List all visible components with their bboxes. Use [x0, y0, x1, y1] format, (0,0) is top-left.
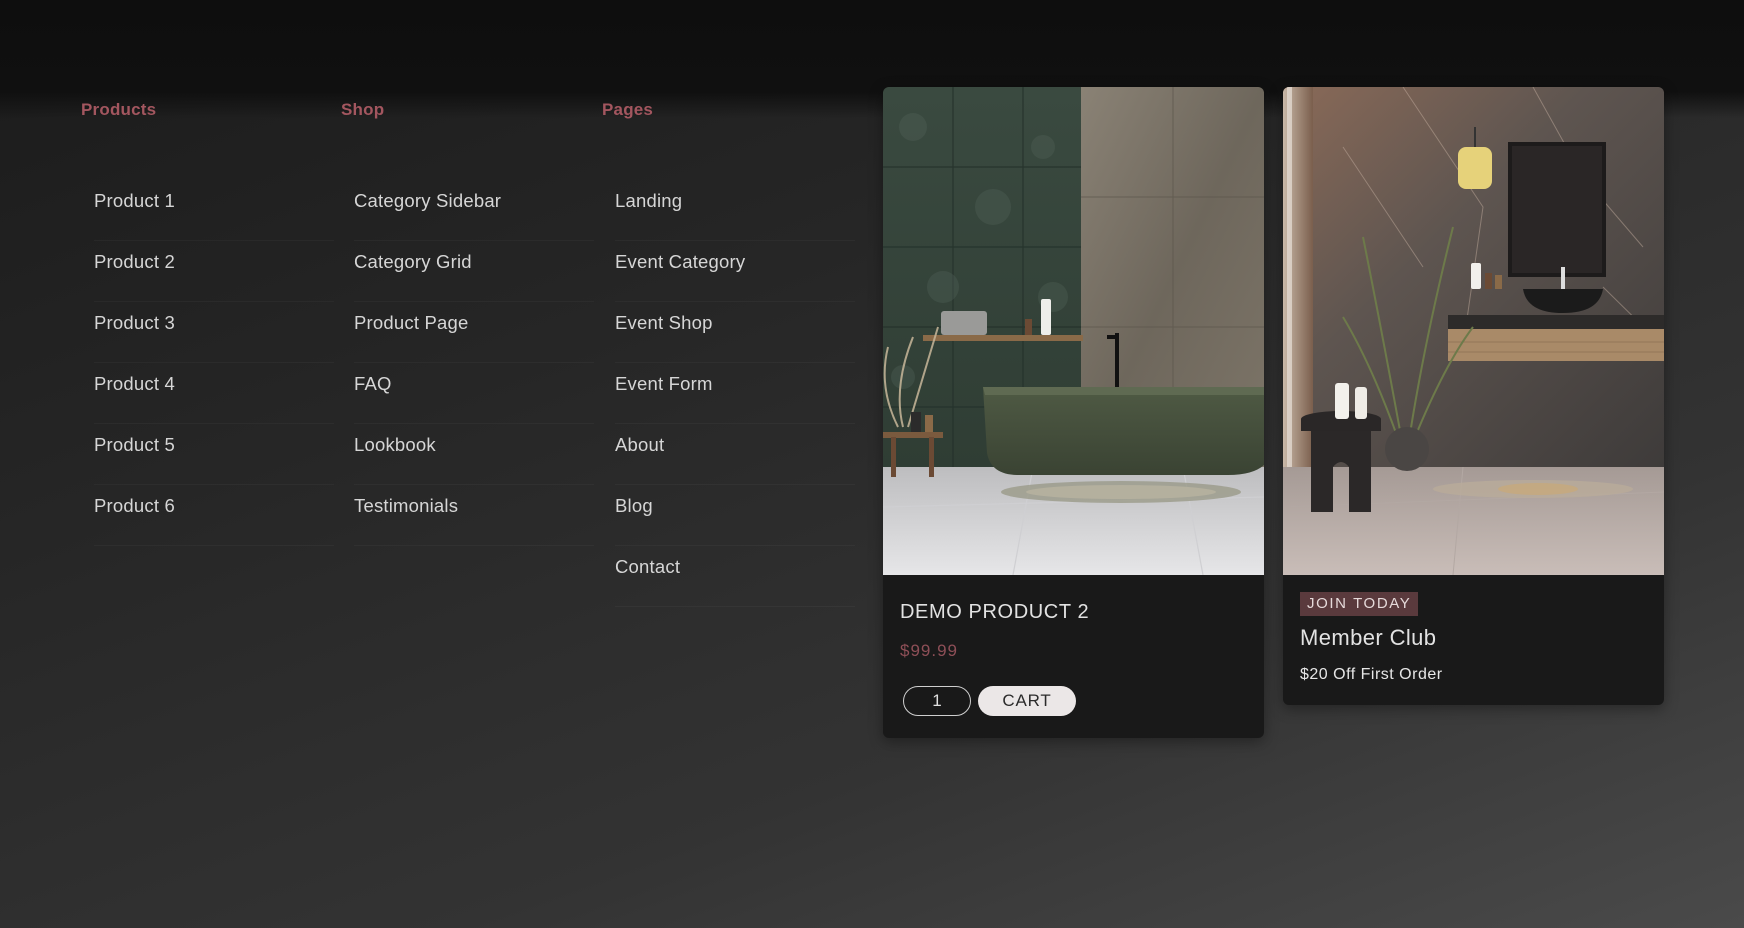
menu-column-pages: Pages Landing Event Category Event Shop … [602, 100, 852, 577]
menu-item-testimonials[interactable]: Testimonials [354, 485, 594, 546]
shop-list: Category Sidebar Category Grid Product P… [354, 180, 594, 546]
quantity-input[interactable] [903, 686, 971, 716]
pages-list: Landing Event Category Event Shop Event … [615, 180, 855, 607]
product-price: $99.99 [900, 641, 958, 660]
menu-item-category-grid[interactable]: Category Grid [354, 241, 594, 302]
menu-item-product-6[interactable]: Product 6 [94, 485, 334, 546]
shop-heading: Shop [341, 100, 385, 119]
menu-item-about[interactable]: About [615, 424, 855, 485]
product-card[interactable]: DEMO PRODUCT 2 $99.99 CART [883, 87, 1264, 738]
menu-item-contact[interactable]: Contact [615, 546, 855, 607]
menu-item-event-form[interactable]: Event Form [615, 363, 855, 424]
pages-heading: Pages [602, 100, 654, 119]
member-offer-text: $20 Off First Order [1300, 666, 1443, 683]
menu-item-landing[interactable]: Landing [615, 180, 855, 241]
bathtub-photo-icon[interactable] [883, 87, 1264, 575]
menu-item-blog[interactable]: Blog [615, 485, 855, 546]
member-club-card[interactable]: JOIN TODAY Member Club $20 Off First Ord… [1283, 87, 1664, 705]
menu-item-lookbook[interactable]: Lookbook [354, 424, 594, 485]
vanity-photo-icon[interactable] [1283, 87, 1664, 575]
menu-column-products: Products Product 1 Product 2 Product 3 P… [81, 100, 331, 516]
add-to-cart-button[interactable]: CART [978, 686, 1076, 716]
menu-column-shop: Shop Category Sidebar Category Grid Prod… [341, 100, 591, 516]
menu-item-event-category[interactable]: Event Category [615, 241, 855, 302]
join-today-badge: JOIN TODAY [1300, 592, 1419, 616]
menu-item-faq[interactable]: FAQ [354, 363, 594, 424]
menu-item-product-1[interactable]: Product 1 [94, 180, 334, 241]
menu-item-category-sidebar[interactable]: Category Sidebar [354, 180, 594, 241]
menu-item-product-page[interactable]: Product Page [354, 302, 594, 363]
member-club-title[interactable]: Member Club [1300, 625, 1436, 651]
menu-item-event-shop[interactable]: Event Shop [615, 302, 855, 363]
menu-item-product-2[interactable]: Product 2 [94, 241, 334, 302]
product-name[interactable]: DEMO PRODUCT 2 [900, 601, 1089, 624]
menu-item-product-4[interactable]: Product 4 [94, 363, 334, 424]
menu-item-product-3[interactable]: Product 3 [94, 302, 334, 363]
products-heading: Products [81, 100, 157, 119]
menu-item-product-5[interactable]: Product 5 [94, 424, 334, 485]
products-list: Product 1 Product 2 Product 3 Product 4 … [94, 180, 334, 546]
